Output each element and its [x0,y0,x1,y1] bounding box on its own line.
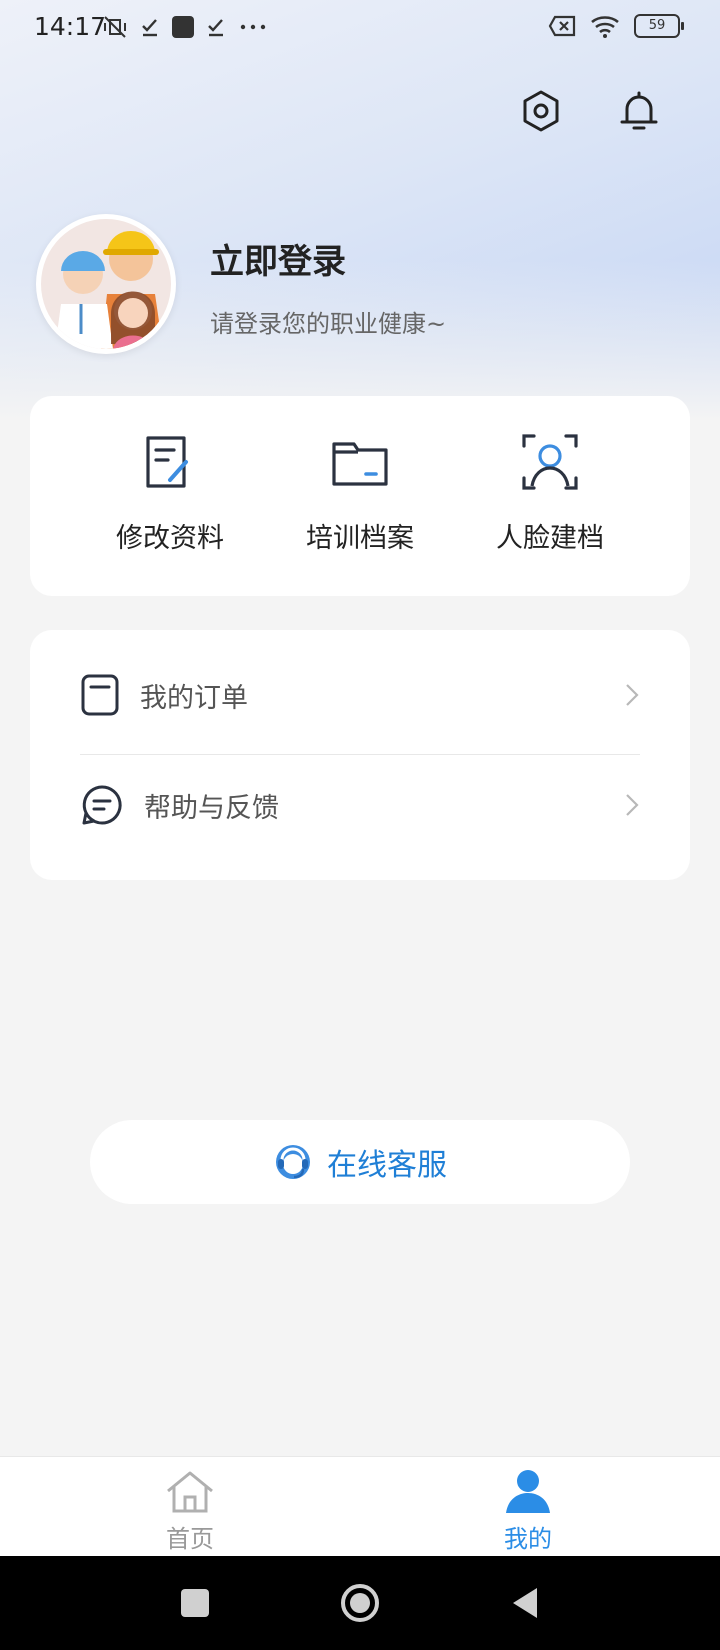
quick-action-label: 修改资料 [116,523,224,554]
feedback-icon [82,785,122,825]
quick-action-label: 人脸建档 [496,523,604,554]
edit-profile-button[interactable]: 修改资料 [70,432,270,555]
check-icon [142,19,157,37]
square-icon [181,1589,209,1617]
menu-item-label: 我的订单 [140,682,248,714]
recent-apps-button[interactable] [170,1578,220,1628]
settings-button[interactable] [516,86,566,136]
back-nav-button[interactable] [500,1578,550,1628]
folder-icon [332,442,388,486]
avatar-illustration [41,219,171,349]
login-subtitle: 请登录您的职业健康~ [210,310,447,338]
wifi-icon [591,16,619,38]
avatar[interactable] [36,214,176,354]
user-icon [506,1470,550,1513]
chevron-right-icon [626,794,639,816]
tab-mine[interactable]: 我的 [448,1469,608,1554]
tab-home[interactable]: 首页 [110,1469,270,1554]
online-service-label: 在线客服 [327,1148,447,1183]
login-title[interactable]: 立即登录 [210,234,346,283]
bottom-tab-bar: 首页 我的 [0,1456,720,1557]
customer-service-icon [276,1145,310,1179]
profile-section[interactable]: 立即登录 请登录您的职业健康~ [36,214,686,360]
face-scan-icon [522,434,578,490]
quick-actions-card: 修改资料 培训档案 人脸建档 [30,396,690,596]
quick-action-label: 培训档案 [306,523,414,554]
bell-icon [620,91,658,130]
back-triangle-icon [513,1588,537,1618]
tab-label: 首页 [166,1525,214,1553]
mute-vibrate-icon [104,16,126,38]
order-icon [81,674,119,716]
sim-off-icon [548,15,576,37]
check-icon [208,19,223,37]
menu-item-help-feedback[interactable]: 帮助与反馈 [80,750,640,860]
settings-hexagon-icon [523,90,559,132]
system-navigation-bar [0,1556,720,1650]
app-square-icon [172,16,194,38]
notification-icons [102,14,268,40]
circle-home-icon [341,1584,379,1622]
training-records-button[interactable]: 培训档案 [260,432,460,555]
home-nav-button[interactable] [335,1578,385,1628]
notification-button[interactable] [614,86,664,136]
more-dots-icon [240,24,266,30]
online-service-button[interactable]: 在线客服 [90,1120,630,1204]
face-registration-button[interactable]: 人脸建档 [450,432,650,555]
system-icons: 59 [548,14,684,38]
status-bar: 14:17 59 [0,0,720,56]
chevron-right-icon [626,684,639,706]
status-time: 14:17 [34,12,107,41]
menu-item-my-orders[interactable]: 我的订单 [80,640,640,750]
tab-label: 我的 [504,1525,552,1553]
menu-item-label: 帮助与反馈 [144,792,279,824]
battery-icon: 59 [634,14,684,38]
edit-document-icon [146,436,188,488]
menu-card: 我的订单 帮助与反馈 [30,630,690,880]
home-icon [167,1471,213,1513]
